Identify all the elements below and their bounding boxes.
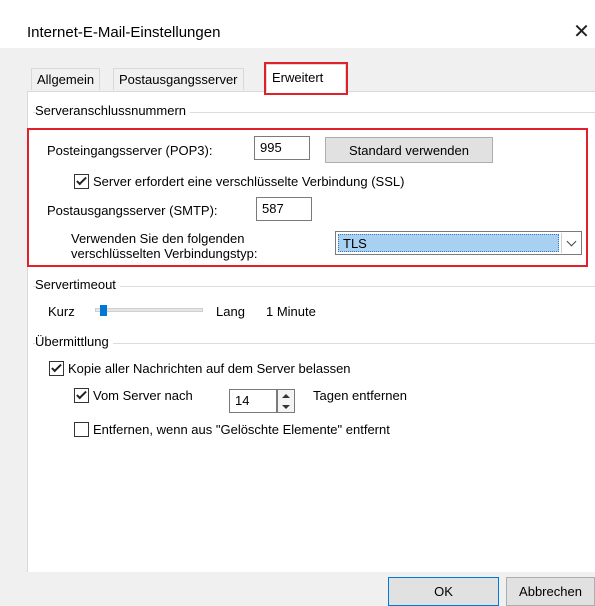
arrow-down-icon — [282, 404, 290, 409]
group-separator — [33, 343, 595, 344]
tab-postausgangsserver[interactable]: Postausgangsserver — [113, 68, 244, 90]
ssl-checkbox[interactable] — [74, 174, 89, 189]
outgoing-server-label: Postausgangsserver (SMTP): — [47, 203, 218, 218]
remove-after-checkbox[interactable] — [74, 388, 89, 403]
use-default-button[interactable]: Standard verwenden — [325, 137, 493, 163]
close-button[interactable]: ✕ — [568, 14, 595, 48]
tab-allgemein[interactable]: Allgemein — [31, 68, 101, 90]
dropdown-button[interactable] — [561, 233, 580, 253]
close-icon: ✕ — [573, 20, 590, 43]
incoming-server-label: Posteingangsserver (POP3): — [47, 143, 213, 158]
cancel-button[interactable]: Abbrechen — [506, 577, 595, 606]
checkmark-icon — [76, 388, 87, 400]
encryption-label-line2: verschlüsselten Verbindungstyp: — [71, 246, 258, 261]
remove-after-label-pre: Vom Server nach — [93, 388, 193, 403]
tab-erweitert[interactable]: Erweitert — [266, 64, 346, 92]
outgoing-port-input[interactable]: 587 — [256, 197, 312, 221]
encryption-label-line1: Verwenden Sie den folgenden — [71, 231, 245, 246]
tab-label: Postausgangsserver — [119, 72, 238, 87]
timeout-long-label: Lang — [216, 304, 245, 319]
encryption-type-select[interactable]: TLS — [335, 231, 582, 255]
title-bar: Internet-E-Mail-Einstellungen ✕ — [0, 0, 595, 48]
group-title-timeout: Servertimeout — [35, 277, 120, 292]
dialog-window: Internet-E-Mail-Einstellungen ✕ Allgemei… — [0, 0, 595, 606]
timeout-value: 1 Minute — [266, 304, 316, 319]
checkmark-icon — [51, 361, 62, 373]
remove-after-label-post: Tagen entfernen — [313, 388, 407, 403]
chevron-down-icon — [566, 236, 576, 246]
remove-deleted-checkbox[interactable] — [74, 422, 89, 437]
checkmark-icon — [76, 174, 87, 186]
ok-button[interactable]: OK — [388, 577, 499, 606]
keep-copy-label: Kopie aller Nachrichten auf dem Server b… — [68, 361, 351, 376]
spin-up-button[interactable] — [278, 390, 294, 401]
remove-deleted-label: Entfernen, wenn aus "Gelöschte Elemente"… — [93, 422, 390, 437]
spin-down-button[interactable] — [278, 401, 294, 412]
incoming-port-input[interactable]: 995 — [254, 136, 310, 160]
ssl-checkbox-label: Server erfordert eine verschlüsselte Ver… — [93, 174, 405, 189]
remove-after-days-input[interactable]: 14 — [229, 389, 277, 413]
days-spinner[interactable] — [277, 389, 295, 413]
tab-label: Erweitert — [272, 70, 324, 85]
encryption-type-value: TLS — [338, 234, 559, 252]
timeout-slider-track[interactable] — [95, 308, 203, 312]
window-title: Internet-E-Mail-Einstellungen — [27, 24, 221, 41]
group-title-server-ports: Serveranschlussnummern — [35, 103, 191, 118]
arrow-up-icon — [282, 393, 290, 398]
tab-label: Allgemein — [37, 72, 95, 87]
group-title-delivery: Übermittlung — [35, 334, 113, 349]
timeout-slider-thumb[interactable] — [100, 305, 108, 316]
keep-copy-checkbox[interactable] — [49, 361, 64, 376]
timeout-short-label: Kurz — [48, 304, 75, 319]
